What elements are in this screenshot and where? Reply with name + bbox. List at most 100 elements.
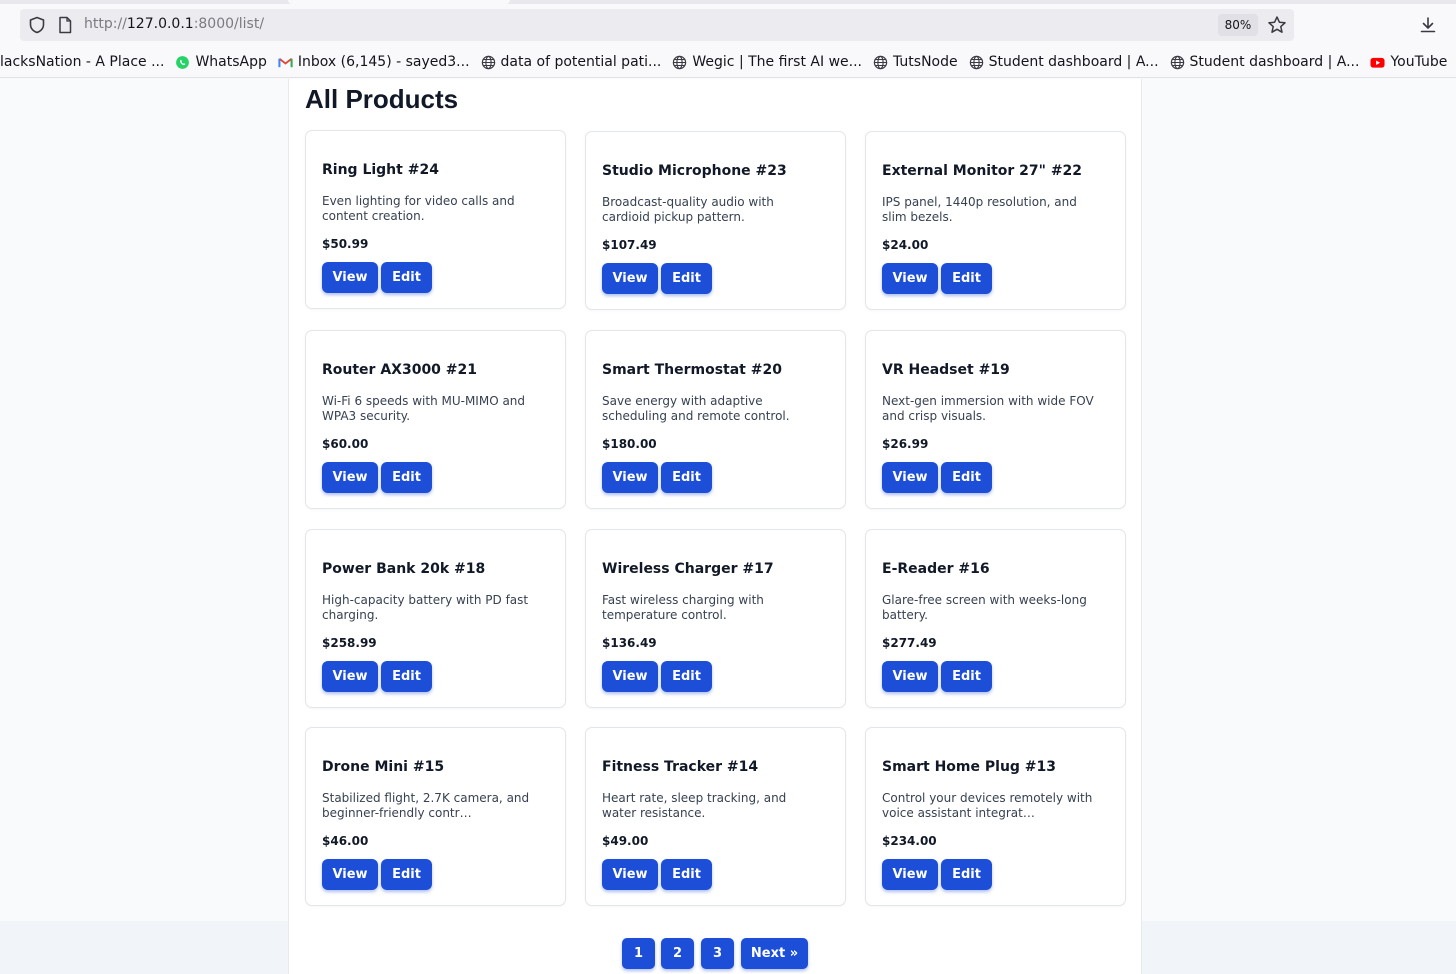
edit-button[interactable]: Edit [661, 462, 712, 493]
product-card: Wireless Charger #17 Fast wireless chargi… [585, 529, 846, 708]
product-card: Fitness Tracker #14 Heart rate, sleep tra… [585, 727, 846, 906]
product-price: $50.99 [322, 237, 369, 251]
bookmark-item[interactable]: WhatsApp [175, 54, 267, 70]
product-name: Studio Microphone #23 [602, 163, 787, 179]
product-name: VR Headset #19 [882, 362, 1010, 378]
globe-icon [969, 55, 984, 70]
product-card: Studio Microphone #23 Broadcast-quality a… [585, 131, 846, 310]
product-description: IPS panel, 1440p resolution, and slim be… [882, 195, 1077, 224]
download-icon[interactable] [1418, 15, 1438, 35]
product-name: Ring Light #24 [322, 162, 439, 178]
view-button[interactable]: View [322, 859, 378, 890]
bookmark-item[interactable]: Student dashboard | A... [969, 54, 1159, 70]
active-tab[interactable] [288, 0, 510, 4]
view-button[interactable]: View [882, 263, 938, 294]
page-title: All Products [305, 84, 459, 114]
edit-button[interactable]: Edit [381, 262, 432, 293]
product-description: Fast wireless charging with temperature … [602, 593, 764, 622]
product-description: High-capacity battery with PD fast charg… [322, 593, 529, 622]
page-2-button[interactable]: 2 [661, 938, 694, 969]
edit-button[interactable]: Edit [941, 661, 992, 692]
bookmarks-bar: lacksNation - A Place ... WhatsApp Inbox (… [0, 50, 1456, 74]
product-name: Drone Mini #15 [322, 759, 445, 775]
bookmark-item[interactable]: Student dashboard | A... [1170, 54, 1360, 70]
product-price: $49.00 [602, 834, 649, 848]
product-description: Even lighting for video calls and conten… [322, 194, 515, 223]
edit-button[interactable]: Edit [661, 263, 712, 294]
view-button[interactable]: View [602, 462, 658, 493]
zoom-level-badge[interactable]: 80% [1218, 14, 1258, 36]
bookmark-label: YouTube [1390, 54, 1448, 70]
product-name: Router AX3000 #21 [322, 362, 478, 378]
view-button[interactable]: View [602, 661, 658, 692]
product-description: Stabilized flight, 2.7K camera, and begi… [322, 791, 530, 820]
url-text[interactable]: http://127.0.0.1:8000/list/ [84, 16, 264, 32]
edit-button[interactable]: Edit [661, 859, 712, 890]
view-button[interactable]: View [882, 462, 938, 493]
edit-button[interactable]: Edit [941, 859, 992, 890]
view-button[interactable]: View [882, 859, 938, 890]
globe-icon [481, 55, 496, 70]
bookmark-label: Student dashboard | A... [988, 54, 1159, 70]
edit-button[interactable]: Edit [381, 462, 432, 493]
product-name: Power Bank 20k #18 [322, 561, 486, 577]
product-description: Save energy with adaptive scheduling and… [602, 394, 790, 423]
view-button[interactable]: View [322, 262, 378, 293]
bookmark-label: TutsNode [892, 54, 958, 70]
product-price: $180.00 [602, 437, 657, 451]
view-button[interactable]: View [602, 263, 658, 294]
product-card: Power Bank 20k #18 High-capacity battery … [305, 529, 566, 708]
edit-button[interactable]: Edit [661, 661, 712, 692]
globe-icon [672, 55, 687, 70]
tab-strip [0, 0, 1456, 4]
edit-button[interactable]: Edit [381, 661, 432, 692]
product-description: Broadcast-quality audio with cardioid pi… [602, 195, 774, 224]
product-card: Smart Home Plug #13 Control your devices … [865, 727, 1126, 906]
bookmark-item[interactable]: data of potential pati... [481, 54, 662, 70]
edit-button[interactable]: Edit [381, 859, 432, 890]
product-name: External Monitor 27" #22 [882, 163, 1083, 179]
view-button[interactable]: View [322, 462, 378, 493]
bookmark-item[interactable]: Wegic | The first AI we... [672, 54, 862, 70]
page-3-button[interactable]: 3 [701, 938, 734, 969]
bookmark-star-icon[interactable] [1267, 15, 1287, 35]
bookmark-label: Student dashboard | A... [1189, 54, 1360, 70]
page-icon[interactable] [57, 16, 73, 34]
product-price: $26.99 [882, 437, 929, 451]
bookmark-item[interactable]: lacksNation - A Place ... [0, 54, 164, 70]
product-price: $107.49 [602, 238, 657, 252]
product-card: Router AX3000 #21 Wi-Fi 6 speeds with MU-… [305, 330, 566, 509]
product-price: $46.00 [322, 834, 369, 848]
bookmark-label: Inbox (6,145) - sayed3... [297, 54, 470, 70]
bookmark-label: lacksNation - A Place ... [0, 54, 165, 70]
shield-icon[interactable] [28, 16, 46, 34]
view-button[interactable]: View [602, 859, 658, 890]
bookmark-item[interactable]: YouTube [1370, 54, 1447, 70]
bookmark-item[interactable]: Inbox (6,145) - sayed3... [278, 54, 470, 70]
product-card: Smart Thermostat #20 Save energy with ada… [585, 330, 846, 509]
next-page-button[interactable]: Next » [741, 938, 808, 969]
product-price: $24.00 [882, 238, 929, 252]
page-1-button[interactable]: 1 [622, 938, 655, 969]
globe-icon [1170, 55, 1185, 70]
youtube-icon [1370, 55, 1385, 70]
product-price: $258.99 [322, 636, 377, 650]
bookmark-label: data of potential pati... [500, 54, 662, 70]
product-price: $277.49 [882, 636, 937, 650]
product-price: $136.49 [602, 636, 657, 650]
product-card: E-Reader #16 Glare-free screen with weeks… [865, 529, 1126, 708]
product-name: Smart Thermostat #20 [602, 362, 782, 378]
edit-button[interactable]: Edit [941, 462, 992, 493]
product-description: Control your devices remotely with voice… [882, 791, 1093, 820]
gmail-icon [278, 55, 293, 70]
bookmark-item[interactable]: TutsNode [873, 54, 958, 70]
view-button[interactable]: View [322, 661, 378, 692]
product-name: Fitness Tracker #14 [602, 759, 759, 775]
whatsapp-icon [175, 55, 190, 70]
product-name: E-Reader #16 [882, 561, 990, 577]
product-name: Wireless Charger #17 [602, 561, 774, 577]
view-button[interactable]: View [882, 661, 938, 692]
product-description: Glare-free screen with weeks-long batter… [882, 593, 1087, 622]
edit-button[interactable]: Edit [941, 263, 992, 294]
bookmark-label: WhatsApp [195, 54, 267, 70]
